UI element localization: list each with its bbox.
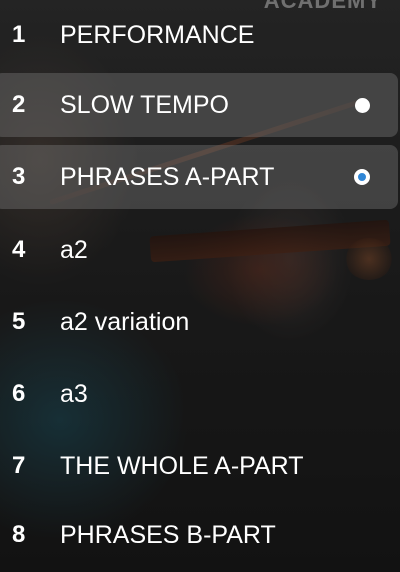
- chapter-number: 7: [12, 452, 26, 479]
- chapter-title: SLOW TEMPO: [60, 90, 230, 119]
- chapter-item-8[interactable]: 8 PHRASES B-PART: [0, 503, 400, 567]
- chapter-title: PHRASES A-PART: [60, 162, 275, 191]
- chapter-title: THE WHOLE A-PART: [60, 451, 304, 480]
- chapter-number: 5: [12, 308, 26, 335]
- chapter-title: a2 variation: [60, 307, 190, 336]
- chapter-item-3[interactable]: 3 PHRASES A-PART: [0, 145, 398, 209]
- chapter-title: a2: [60, 235, 88, 264]
- chapter-number: 6: [12, 380, 26, 407]
- chapter-number: 4: [12, 236, 26, 263]
- chapter-number: 3: [12, 163, 26, 190]
- chapter-item-4[interactable]: 4 a2: [0, 218, 400, 282]
- chapter-item-2[interactable]: 2 SLOW TEMPO: [0, 73, 398, 137]
- playing-dot-icon: [354, 169, 370, 185]
- chapter-item-1[interactable]: 1 PERFORMANCE: [0, 3, 400, 67]
- chapter-number: 2: [12, 91, 26, 118]
- chapter-item-6[interactable]: 6 a3: [0, 362, 400, 426]
- chapter-title: a3: [60, 379, 88, 408]
- chapter-title: PERFORMANCE: [60, 20, 255, 49]
- watched-dot-icon: [355, 98, 370, 113]
- chapter-item-7[interactable]: 7 THE WHOLE A-PART: [0, 434, 400, 498]
- chapter-title: PHRASES B-PART: [60, 520, 276, 549]
- chapter-number: 1: [12, 21, 26, 48]
- chapter-item-5[interactable]: 5 a2 variation: [0, 290, 400, 354]
- chapter-number: 8: [12, 521, 26, 548]
